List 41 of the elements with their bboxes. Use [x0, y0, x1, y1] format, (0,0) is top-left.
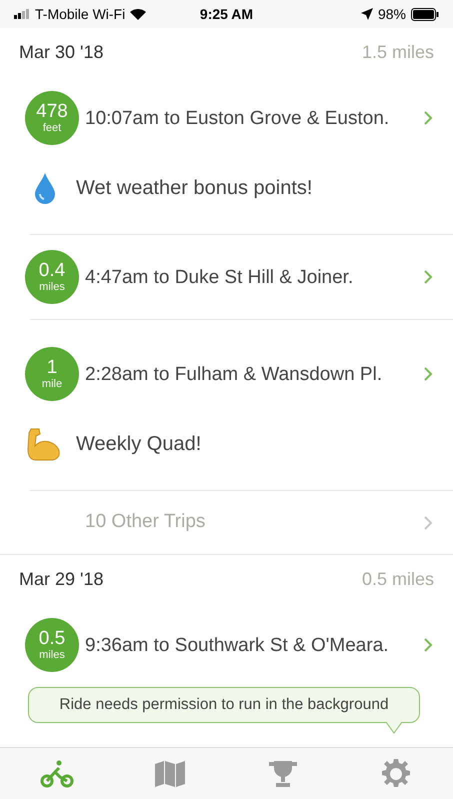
trip-row[interactable]: 0.4 miles 4:47am to Duke St Hill & Joiner.	[25, 235, 453, 319]
bicycle-icon	[40, 758, 74, 788]
trophy-icon	[268, 758, 298, 788]
permission-tooltip: Ride needs permission to run in the background	[28, 687, 420, 723]
distance-value: 478	[36, 102, 68, 122]
trip-title: 4:47am to Duke St Hill & Joiner.	[85, 266, 354, 288]
distance-unit: miles	[39, 281, 65, 293]
settings-icon	[380, 758, 412, 790]
battery-percent: 98%	[378, 4, 406, 24]
location-arrow-icon	[360, 8, 373, 20]
day-distance: 1.5 miles	[362, 40, 434, 64]
clock: 9:25 AM	[198, 4, 254, 24]
distance-value: 0.5	[38, 629, 66, 649]
chevron-icon	[423, 269, 433, 285]
trip-title: 2:28am to Fulham & Wansdown Pl.	[85, 362, 384, 386]
date-heading: Mar 29 '18	[19, 568, 104, 590]
trip-title: 10:07am to Euston Grove & Euston.	[85, 106, 390, 130]
distance-value: 1	[46, 358, 58, 378]
battery-icon	[411, 8, 439, 20]
distance-value: 0.4	[38, 261, 66, 281]
map-icon	[154, 760, 186, 788]
water-drop-icon	[34, 172, 56, 204]
bonus-text: Wet weather bonus points!	[76, 176, 312, 201]
chevron-icon	[423, 637, 433, 653]
bonus-text: Weekly Quad!	[76, 432, 202, 457]
distance-unit: mile	[42, 378, 62, 390]
distance-unit: feet	[42, 122, 62, 134]
chevron-icon	[423, 110, 433, 126]
carrier-label: T-Mobile Wi-Fi	[35, 4, 126, 24]
other-trips-label: 10 Other Trips	[85, 510, 206, 534]
date-heading: Mar 30 '18	[19, 40, 104, 64]
day-distance: 0.5 miles	[362, 568, 434, 590]
wifi-icon	[130, 8, 146, 20]
chevron-icon	[423, 514, 433, 530]
signal-icon	[14, 9, 30, 19]
tooltip-tail	[386, 722, 402, 734]
trip-row[interactable]: 0.5 miles 9:36am to Southwark St & O'Meara.	[25, 603, 453, 687]
chevron-icon	[423, 366, 433, 382]
trip-row[interactable]: 1 mile 2:28am to Fulham & Wansdown Pl.	[25, 332, 453, 416]
trip-title: 9:36am to Southwark St & O'Meara.	[85, 634, 390, 656]
distance-unit: miles	[39, 649, 65, 661]
